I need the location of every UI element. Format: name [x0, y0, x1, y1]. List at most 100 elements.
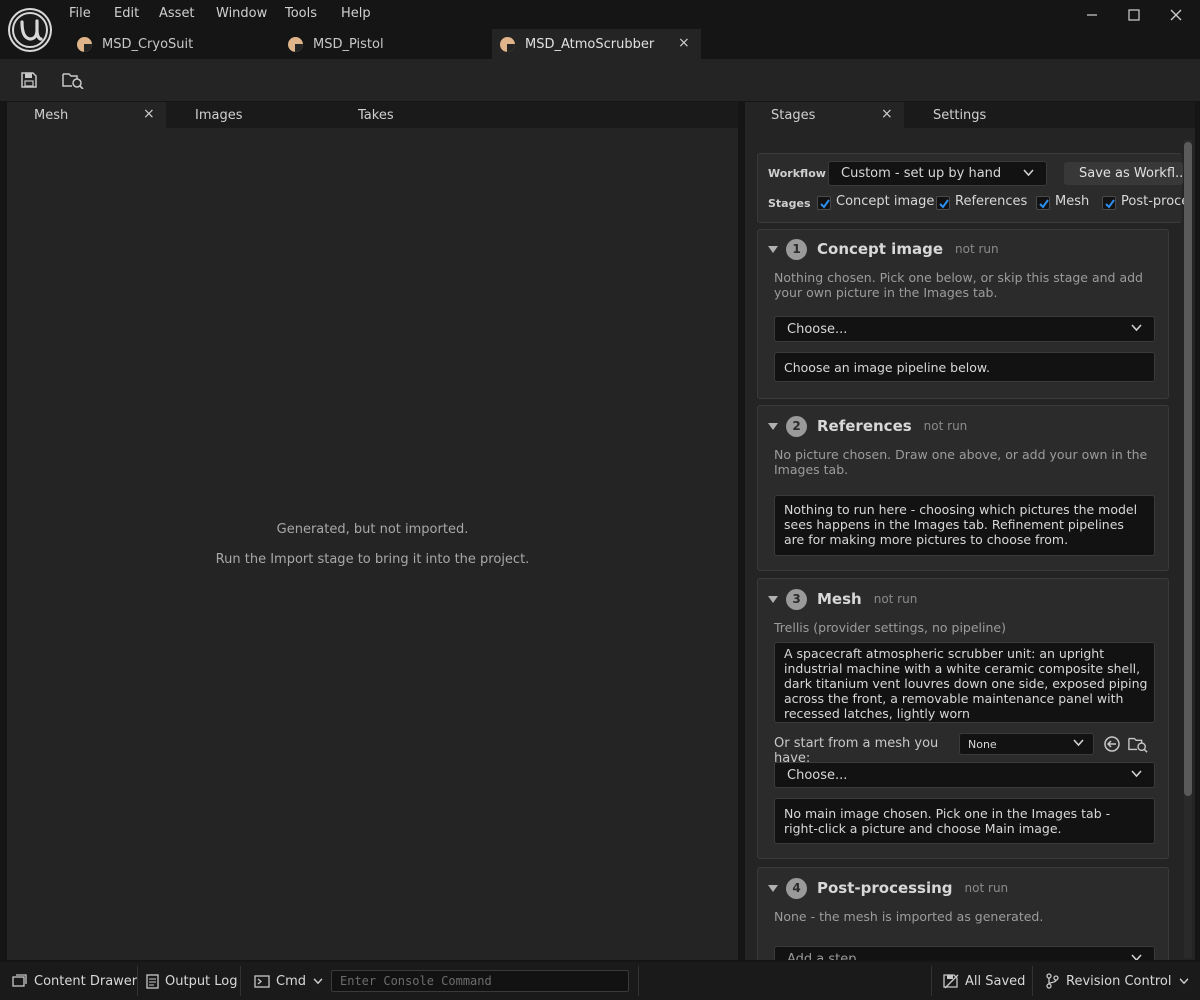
dropdown-value: None [968, 737, 997, 751]
stage-header[interactable]: 2 References not run [768, 415, 967, 437]
close-tab-icon[interactable]: × [143, 106, 155, 122]
unreal-logo-icon[interactable] [8, 8, 52, 52]
stage-header[interactable]: 1 Concept image not run [768, 238, 999, 260]
revision-control-label: Revision Control [1066, 973, 1172, 989]
terminal-icon [254, 974, 270, 988]
divider [638, 966, 639, 996]
concept-pipeline-dropdown[interactable]: Choose... [774, 316, 1155, 342]
use-selected-asset-icon[interactable] [1103, 735, 1121, 753]
stage-title: Post-processing [817, 879, 953, 897]
all-saved-button[interactable]: All Saved [943, 968, 1025, 994]
menu-asset[interactable]: Asset [159, 6, 195, 24]
console-command-input[interactable]: Enter Console Command [331, 970, 629, 992]
asset-icon [77, 36, 92, 52]
save-as-workflow-button[interactable]: Save as Workfl... [1064, 162, 1183, 185]
output-log-icon [146, 973, 159, 989]
divider [137, 966, 138, 996]
doc-tab-cryosuit[interactable]: MSD_CryoSuit [68, 29, 274, 59]
doc-tab-atmoscrubber[interactable]: MSD_AtmoScrubber × [492, 29, 701, 59]
divider [1032, 966, 1033, 996]
stage-status: not run [923, 419, 968, 433]
content-drawer-button[interactable]: Content Drawer [12, 968, 137, 994]
content-drawer-label: Content Drawer [34, 973, 138, 989]
revision-control-button[interactable]: Revision Control [1045, 968, 1195, 994]
doc-tab-label: MSD_CryoSuit [102, 36, 194, 52]
maximize-icon[interactable] [1120, 4, 1148, 26]
stage-card-post-processing: 4 Post-processing not run None - the mes… [757, 867, 1169, 960]
cmd-dropdown[interactable]: Cmd [254, 968, 329, 994]
stage-hint: Nothing chosen. Pick one below, or skip … [774, 270, 1143, 300]
mesh-viewport[interactable]: Generated, but not imported. Run the Imp… [7, 128, 738, 960]
left-panel-tabbar: Mesh × Images Takes [7, 102, 738, 128]
stage-card-references: 2 References not run No picture chosen. … [757, 405, 1169, 571]
tab-images[interactable]: Images [195, 102, 243, 128]
checkmark-icon [939, 199, 949, 209]
check-references[interactable] [936, 196, 950, 210]
asset-icon [500, 36, 515, 52]
right-panel-tabbar: Stages × Settings [745, 102, 1195, 128]
stage-header[interactable]: 3 Mesh not run [768, 588, 917, 610]
divider [931, 966, 932, 996]
workflow-card: Workflow Custom - set up by hand Save as… [757, 153, 1189, 223]
stages-label: Stages [768, 197, 811, 210]
tab-settings[interactable]: Settings [933, 102, 986, 128]
stage-hint: Trellis (provider settings, no pipeline) [774, 620, 1006, 635]
check-concept-image[interactable] [817, 196, 831, 210]
dropdown-value: Choose... [787, 321, 848, 337]
chevron-down-icon [1073, 739, 1084, 747]
menu-window[interactable]: Window [216, 6, 267, 24]
menu-file[interactable]: File [69, 6, 91, 24]
branch-icon [1046, 973, 1059, 989]
stage-title: Concept image [817, 240, 943, 258]
tab-stages[interactable]: Stages × [745, 102, 904, 128]
menu-tools[interactable]: Tools [285, 6, 317, 24]
output-log-button[interactable]: Output Log [146, 968, 238, 994]
doc-tab-pistol[interactable]: MSD_Pistol [280, 29, 486, 59]
close-window-icon[interactable] [1162, 4, 1190, 26]
viewport-message-detail: Run the Import stage to bring it into th… [215, 552, 530, 567]
chevron-down-icon [1131, 770, 1142, 778]
stage-hint: None - the mesh is imported as generated… [774, 909, 1044, 924]
mesh-source-dropdown[interactable]: None [959, 733, 1094, 755]
dropdown-value: Add a step... [787, 951, 869, 961]
tab-takes[interactable]: Takes [358, 102, 394, 128]
save-icon[interactable] [16, 67, 42, 93]
checkmark-icon [1105, 199, 1115, 209]
workflow-label: Workflow [768, 167, 826, 180]
divider [240, 966, 241, 996]
stage-card-mesh: 3 Mesh not run Trellis (provider setting… [757, 578, 1169, 859]
tab-label: Mesh [34, 107, 69, 123]
browse-asset-icon[interactable] [1128, 735, 1148, 753]
checkmark-icon [1039, 199, 1049, 209]
close-tab-icon[interactable]: × [881, 106, 893, 122]
doc-tab-label: MSD_AtmoScrubber [525, 36, 655, 52]
stage-title: References [817, 417, 912, 435]
check-post-processing[interactable] [1102, 196, 1116, 210]
asset-icon [288, 36, 303, 52]
check-label: Mesh [1055, 194, 1090, 209]
add-step-dropdown[interactable]: Add a step... [774, 946, 1155, 960]
tab-label: Stages [771, 107, 816, 123]
menu-help[interactable]: Help [341, 6, 371, 24]
chevron-down-icon [1180, 977, 1189, 984]
tab-mesh[interactable]: Mesh × [7, 102, 166, 128]
console-placeholder: Enter Console Command [340, 974, 492, 988]
check-label: Post-proce [1121, 194, 1190, 209]
scrollbar-thumb[interactable] [1184, 142, 1192, 796]
dropdown-value: Choose... [787, 767, 848, 783]
check-label: References [955, 194, 1028, 209]
save-status-icon [943, 974, 959, 989]
viewport-message: Generated, but not imported. [276, 522, 469, 537]
checkmark-icon [820, 199, 830, 209]
stage-hint: No picture chosen. Draw one above, or ad… [774, 447, 1148, 477]
close-tab-icon[interactable]: × [678, 35, 690, 51]
browse-asset-icon[interactable] [60, 67, 86, 93]
check-mesh[interactable] [1036, 196, 1050, 210]
stage-header[interactable]: 4 Post-processing not run [768, 877, 1008, 899]
mesh-prompt-input[interactable]: A spacecraft atmospheric scrubber unit: … [774, 642, 1155, 723]
stage-number: 2 [786, 415, 807, 437]
minimize-icon[interactable] [1078, 4, 1106, 26]
menu-edit[interactable]: Edit [114, 6, 139, 24]
mesh-pipeline-dropdown[interactable]: Choose... [774, 762, 1155, 788]
workflow-dropdown[interactable]: Custom - set up by hand [828, 161, 1047, 186]
